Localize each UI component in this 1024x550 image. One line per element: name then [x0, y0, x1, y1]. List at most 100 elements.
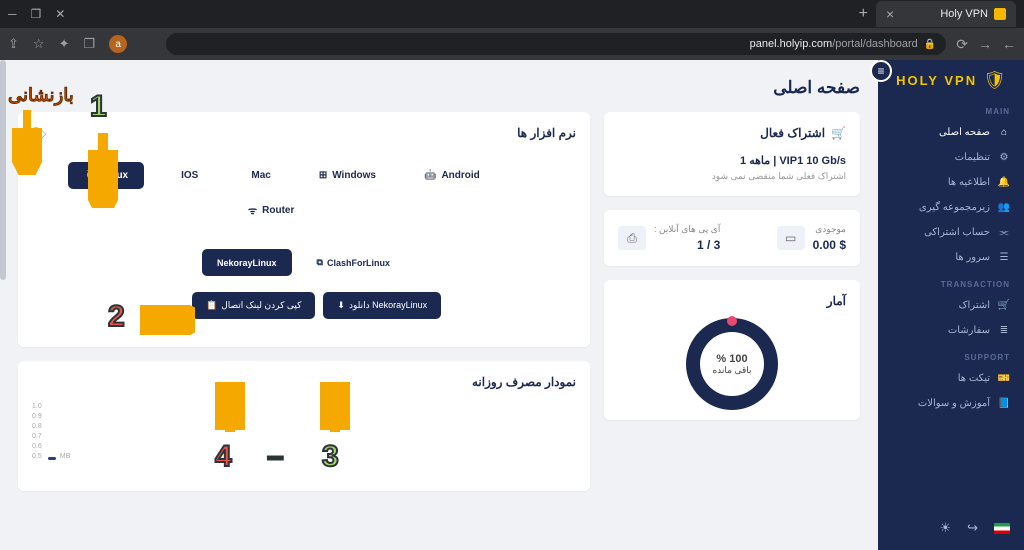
home-icon: ⌂ [998, 127, 1010, 138]
tab-title: Holy VPN [940, 8, 988, 20]
maximize-icon[interactable]: ❐ [31, 7, 42, 21]
puzzle-icon[interactable]: ❐ [83, 36, 95, 52]
sidebar-item-home[interactable]: ⌂صفحه اصلی [878, 120, 1024, 145]
online-label: آی پی های آنلاین : [654, 224, 720, 235]
os-tab-windows[interactable]: ⊞Windows [303, 162, 392, 189]
sidebar-item-orders[interactable]: ≣سفارشات [878, 318, 1024, 343]
page-title: صفحه اصلی [18, 78, 860, 98]
sidebar-item-affiliate[interactable]: 👥زیرمجموعه گیری [878, 195, 1024, 220]
action-buttons: 📋کپی کردن لینک اتصال ⬇دانلود NekorayLinu… [32, 292, 576, 319]
server-icon: ☰ [998, 252, 1010, 263]
wallet-icon: ▭ [777, 226, 805, 250]
subscription-name: 1 ماهه | VIP1 10 Gb/s [618, 154, 846, 167]
main-content: صفحه اصلی 🛒 اشتراک فعال 1 ماهه | VIP1 10 … [0, 60, 878, 550]
url-text: panel.holyip.com/portal/dashboard [750, 38, 918, 50]
favicon [994, 8, 1006, 20]
extensions-icon[interactable]: ✦ [59, 36, 70, 52]
os-tabs: 🐧Linux IOS Mac ⊞Windows 🤖Android [32, 162, 576, 189]
sidebar-item-shared[interactable]: ⫘حساب اشتراکی [878, 220, 1024, 245]
list-icon: ≣ [998, 325, 1010, 336]
sidebar-section-support: SUPPORT [878, 343, 1024, 366]
refresh-icon[interactable]: ⟲ [32, 126, 41, 139]
card-title-text: نرم افزار ها [517, 126, 576, 140]
balance-label: موجودی [813, 224, 846, 235]
sidebar-item-notices[interactable]: 🔔اطلاعیه ها [878, 170, 1024, 195]
bar-chart: MB [42, 453, 576, 460]
unit-label: MB [60, 453, 71, 460]
software-card: نرم افزار ها 🏷 ⟲ 🐧Linux IOS Mac ⊞Windows… [18, 112, 590, 347]
linux-icon: 🐧 [84, 170, 96, 181]
sidebar: 🛡 HOLY VPN MAIN ⌂صفحه اصلی ⚙تنظیمات 🔔اطل… [878, 60, 1024, 550]
donut-marker [727, 316, 737, 326]
os-tab-linux[interactable]: 🐧Linux [68, 162, 144, 189]
stats-chart-card: آمار 100 %باقی مانده [604, 280, 860, 420]
share-nodes-icon: ⫘ [998, 227, 1010, 238]
logo-text: HOLY VPN [896, 73, 977, 88]
android-icon: 🤖 [424, 170, 436, 181]
online-value: 1 / 3 [654, 238, 720, 252]
sidebar-section-main: MAIN [878, 97, 1024, 120]
logo: 🛡 HOLY VPN [878, 60, 1024, 97]
profile-avatar[interactable]: a [109, 35, 127, 53]
book-icon: 📘 [998, 398, 1010, 409]
copy-icon: 📋 [206, 300, 217, 311]
cart-icon: 🛒 [831, 126, 846, 140]
sidebar-section-transaction: TRANSACTION [878, 270, 1024, 293]
shield-icon: 🛡 [983, 70, 1006, 91]
forward-button[interactable]: → [978, 36, 992, 52]
os-tab-ios[interactable]: IOS [160, 162, 214, 189]
browser-tab-strip: Holy VPN × + ─ ❐ ✕ [0, 0, 1024, 28]
download-icon: ⬇ [337, 300, 345, 311]
donut-chart: 100 %باقی مانده [686, 318, 778, 410]
card-title-text: اشتراک فعال [760, 126, 825, 140]
client-tab-clash[interactable]: ⧉ClashForLinux [302, 249, 405, 276]
share-icon[interactable]: ⇪ [8, 36, 19, 52]
scroll-thumb[interactable] [0, 60, 6, 280]
reload-button[interactable]: ⟳ [956, 36, 968, 53]
download-button[interactable]: ⬇دانلود NekorayLinux [323, 292, 441, 319]
copy-link-button[interactable]: 📋کپی کردن لینک اتصال [192, 292, 315, 319]
users-icon: 👥 [998, 202, 1010, 213]
browser-toolbar: ← → ⟳ 🔒 panel.holyip.com/portal/dashboar… [0, 28, 1024, 60]
gear-icon: ⚙ [998, 152, 1010, 163]
sidebar-item-tickets[interactable]: 🎫تیکت ها [878, 366, 1024, 391]
windows-icon: ⊞ [319, 170, 327, 181]
sidebar-footer: ↪ ☀ [878, 506, 1024, 550]
browser-tab[interactable]: Holy VPN × [876, 1, 1016, 27]
window-controls: ─ ❐ ✕ [8, 7, 65, 21]
subscription-note: اشتراک فعلی شما منقضی نمی شود [618, 171, 846, 182]
card-title-text: آمار [618, 294, 846, 308]
sun-icon[interactable]: ☀ [939, 520, 951, 536]
logout-icon[interactable]: ↪ [967, 520, 978, 536]
star-icon[interactable]: ☆ [33, 36, 45, 52]
sidebar-item-settings[interactable]: ⚙تنظیمات [878, 145, 1024, 170]
daily-usage-card: نمودار مصرف روزانه 1.00.90.80.70.60.5 MB [18, 361, 590, 491]
quick-stats-card: موجودی 0.00 $ ▭ آی پی های آنلاین : 1 / 3… [604, 210, 860, 266]
client-tab-nekoray[interactable]: NekorayLinux [202, 249, 292, 276]
bell-icon: 🔔 [998, 177, 1010, 188]
devices-icon: ⎙ [618, 226, 646, 250]
cart-icon: 🛒 [998, 300, 1010, 311]
address-bar[interactable]: 🔒 panel.holyip.com/portal/dashboard [166, 33, 946, 55]
close-window-icon[interactable]: ✕ [55, 7, 65, 21]
back-button[interactable]: ← [1002, 36, 1016, 52]
os-tab-android[interactable]: 🤖Android [408, 162, 496, 189]
router-icon: ᯤ [248, 203, 257, 217]
flag-iran-icon[interactable] [994, 523, 1010, 534]
active-subscription-card: 🛒 اشتراک فعال 1 ماهه | VIP1 10 Gb/s اشترا… [604, 112, 860, 196]
os-tab-mac[interactable]: Mac [230, 162, 286, 189]
new-tab-button[interactable]: + [859, 5, 868, 23]
y-axis: 1.00.90.80.70.60.5 [32, 403, 42, 460]
usage-bar [48, 457, 56, 460]
client-tabs: NekorayLinux ⧉ClashForLinux [32, 249, 576, 276]
minimize-icon[interactable]: ─ [8, 7, 17, 21]
sidebar-item-subscription[interactable]: 🛒اشتراک [878, 293, 1024, 318]
lock-icon: 🔒 [924, 39, 936, 50]
sidebar-item-faq[interactable]: 📘آموزش و سوالات [878, 391, 1024, 416]
os-tab-router[interactable]: ᯤRouter [232, 195, 310, 225]
balance-value: 0.00 $ [813, 238, 846, 252]
card-title-text: نمودار مصرف روزانه [32, 375, 576, 389]
close-tab-icon[interactable]: × [886, 6, 894, 22]
sidebar-item-servers[interactable]: ☰سرور ها [878, 245, 1024, 270]
scrollbar[interactable] [0, 60, 6, 550]
